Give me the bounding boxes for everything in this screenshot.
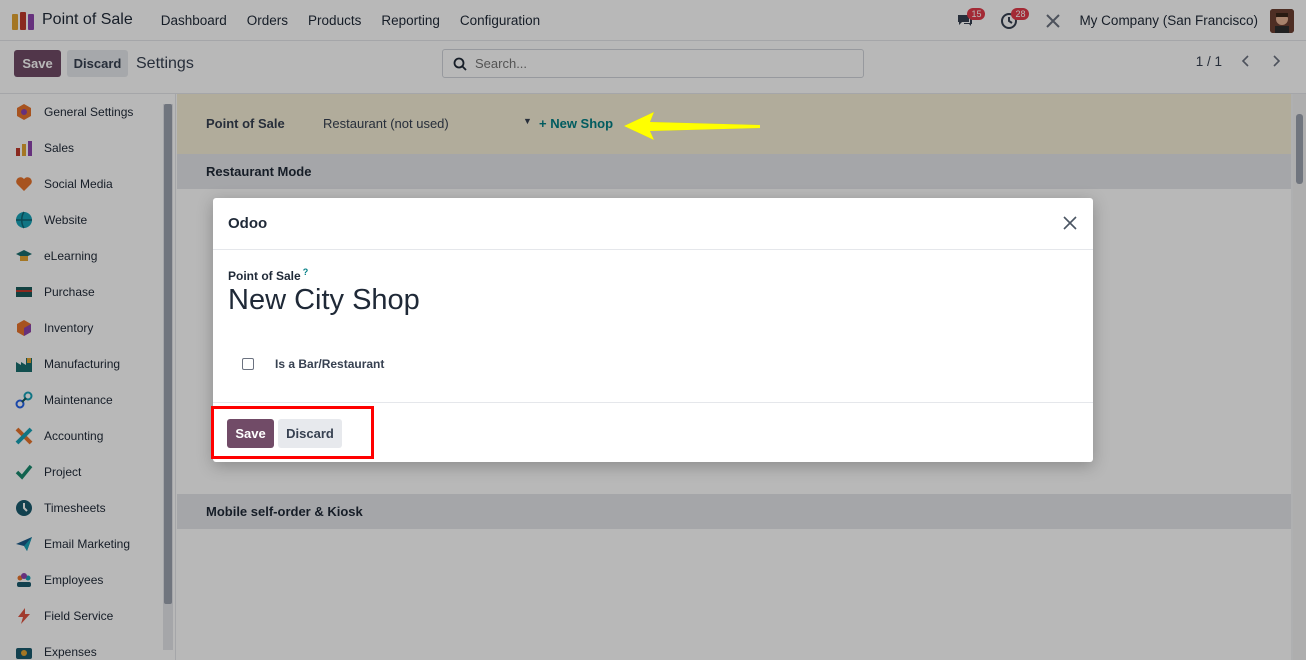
help-tooltip-icon[interactable]: ? (303, 267, 309, 277)
dialog-title: Odoo (228, 215, 268, 232)
annotation-arrow-icon (624, 112, 760, 140)
is-bar-restaurant-label[interactable]: Is a Bar/Restaurant (275, 357, 384, 371)
annotation-highlight-box (211, 406, 374, 459)
pos-name-input[interactable] (228, 284, 1028, 317)
dialog-header: Odoo (213, 198, 1093, 250)
is-bar-restaurant-checkbox[interactable] (242, 358, 254, 370)
pos-name-label: Point of Sale? (228, 267, 309, 283)
dialog-close-button[interactable] (1059, 212, 1081, 234)
close-icon (1063, 216, 1077, 230)
